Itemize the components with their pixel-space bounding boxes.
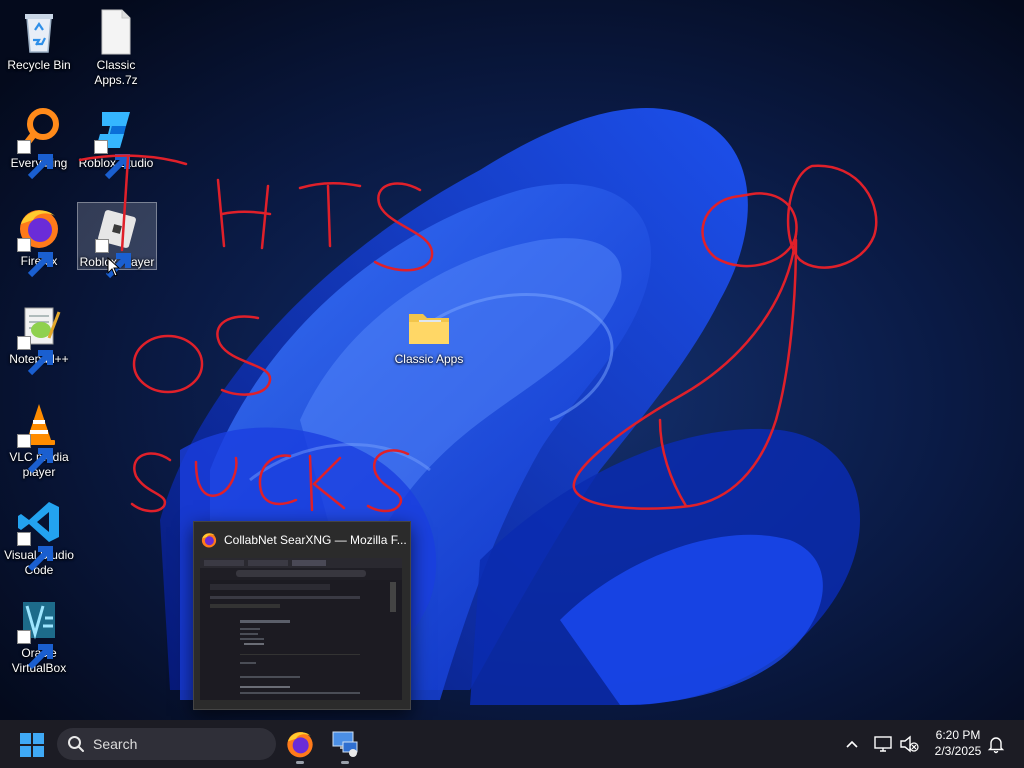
vlc-cone-icon <box>15 400 63 474</box>
roblox-player-icon <box>93 205 141 279</box>
shortcut-arrow-icon <box>17 238 53 278</box>
taskbar-app-remote-desktop[interactable] <box>329 728 361 764</box>
taskbar-clock[interactable]: 6:20 PM 2/3/2025 <box>922 727 994 759</box>
mouse-cursor-icon <box>107 257 121 277</box>
volume-muted-icon <box>900 735 919 753</box>
desktop-icon-label: Recycle Bin <box>7 58 71 72</box>
roblox-studio-icon <box>92 106 140 180</box>
notepadpp-icon <box>15 302 63 376</box>
folder-icon <box>405 302 453 350</box>
recycle-bin-icon <box>15 8 63 56</box>
tray-notifications[interactable] <box>986 720 1006 768</box>
tray-volume[interactable] <box>898 720 920 768</box>
running-indicator <box>296 761 304 764</box>
shortcut-arrow-icon <box>95 239 131 279</box>
chevron-up-icon[interactable] <box>842 734 862 754</box>
everything-search-icon <box>15 106 63 180</box>
firefox-icon <box>201 533 217 548</box>
firefox-icon <box>287 732 313 758</box>
network-icon <box>874 736 892 752</box>
taskbar-app-firefox[interactable] <box>284 728 316 764</box>
desktop-icon-firefox[interactable]: Firefox <box>0 204 78 278</box>
search-placeholder: Search <box>93 736 138 752</box>
vscode-icon <box>15 498 63 572</box>
firefox-icon <box>15 204 63 278</box>
shortcut-arrow-icon <box>17 336 53 376</box>
shortcut-arrow-icon <box>17 532 53 572</box>
running-indicator <box>341 761 349 764</box>
remote-desktop-icon <box>332 731 358 757</box>
desktop-icon-everything[interactable]: Everything <box>0 106 78 180</box>
desktop-icon-vscode[interactable]: Visual Studio Code <box>0 498 78 578</box>
preview-window-title: CollabNet SearXNG — Mozilla F... <box>224 533 407 547</box>
desktop-icon-classic-apps-folder[interactable]: Classic Apps <box>390 302 468 367</box>
archive-file-icon <box>92 8 140 56</box>
desktop-icon-classic-apps-7z[interactable]: Classic Apps.7z <box>77 8 155 88</box>
taskbar-search-box[interactable]: Search <box>57 728 276 760</box>
desktop-icon-label: Classic Apps.7z <box>94 58 138 87</box>
clock-date: 2/3/2025 <box>934 744 982 758</box>
shortcut-arrow-icon <box>17 140 53 180</box>
shortcut-arrow-icon <box>17 434 53 474</box>
search-icon <box>68 736 84 752</box>
virtualbox-icon <box>15 596 63 670</box>
shortcut-arrow-icon <box>17 630 53 670</box>
preview-thumbnail <box>200 558 402 700</box>
notification-bell-icon <box>987 737 1005 754</box>
desktop-icon-label: Classic Apps <box>394 352 464 366</box>
shortcut-arrow-icon <box>94 140 130 180</box>
preview-title-bar: CollabNet SearXNG — Mozilla F... <box>194 522 410 558</box>
system-tray <box>842 720 862 768</box>
taskbar-window-preview[interactable]: CollabNet SearXNG — Mozilla F... <box>193 521 411 710</box>
start-icon[interactable] <box>19 732 45 758</box>
tray-network[interactable] <box>872 720 894 768</box>
desktop-icon-notepadpp[interactable]: Notepad++ <box>0 302 78 376</box>
clock-time: 6:20 PM <box>935 728 981 742</box>
desktop-icon-virtualbox[interactable]: Oracle VirtualBox <box>0 596 78 676</box>
desktop-icon-roblox-studio[interactable]: Roblox Studio <box>77 106 155 180</box>
desktop-icon-vlc[interactable]: VLC media player <box>0 400 78 480</box>
desktop-icon-recycle-bin[interactable]: Recycle Bin <box>0 8 78 73</box>
